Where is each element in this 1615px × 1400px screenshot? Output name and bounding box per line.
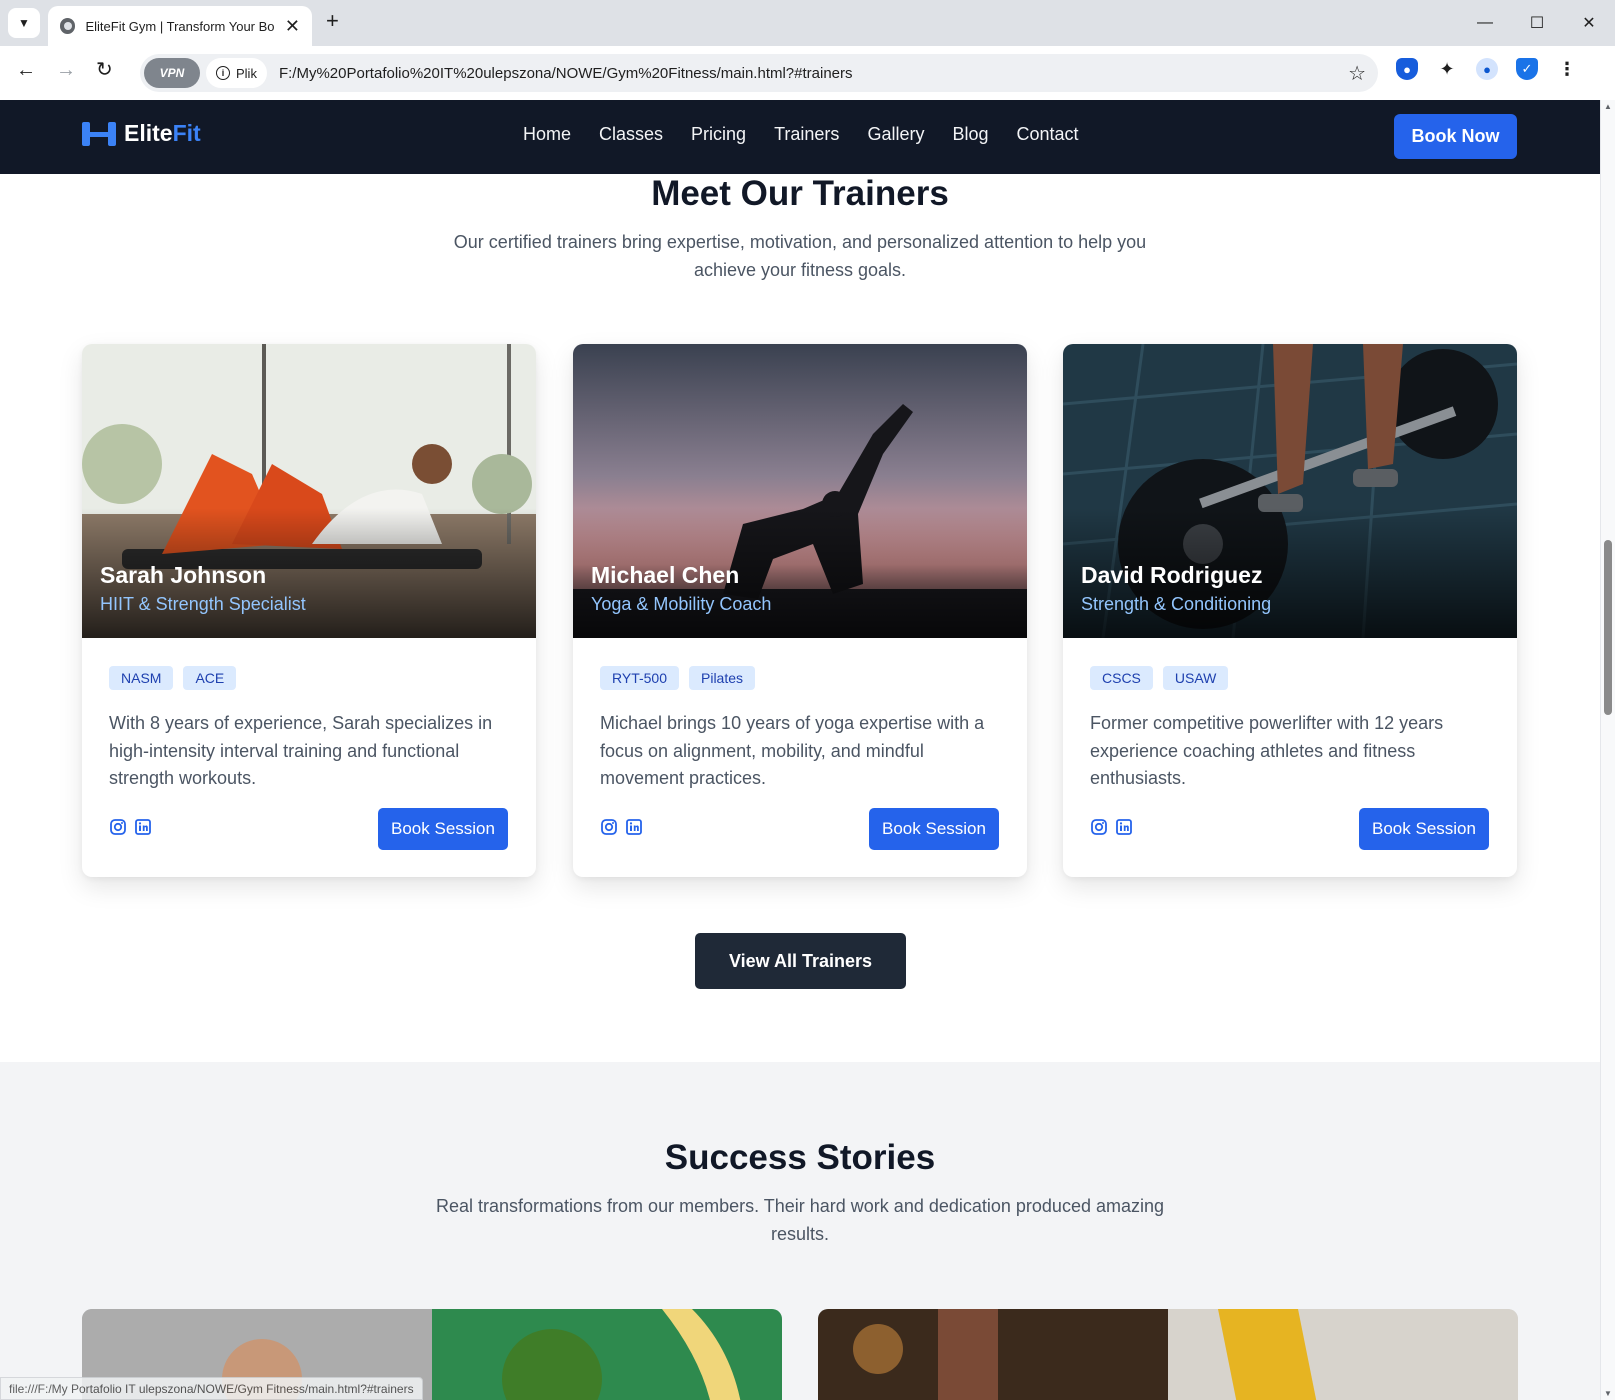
logo[interactable]: EliteFit bbox=[82, 120, 201, 147]
close-window-button[interactable]: ✕ bbox=[1563, 0, 1615, 46]
status-bar: file:///F:/My Portafolio IT ulepszona/NO… bbox=[0, 1377, 423, 1400]
social-links bbox=[109, 818, 151, 835]
trainer-photo: Michael Chen Yoga & Mobility Coach bbox=[573, 344, 1027, 638]
trainer-card: Michael Chen Yoga & Mobility Coach RYT-5… bbox=[573, 344, 1027, 877]
book-session-button[interactable]: Book Session bbox=[378, 808, 508, 850]
puzzle-icon[interactable]: ✦ bbox=[1436, 58, 1458, 80]
info-icon: i bbox=[216, 66, 230, 80]
globe-icon bbox=[60, 18, 76, 34]
view-all-trainers-button[interactable]: View All Trainers bbox=[695, 933, 906, 989]
logo-text: EliteFit bbox=[124, 120, 201, 146]
nav-home[interactable]: Home bbox=[523, 124, 571, 145]
scroll-up-icon[interactable]: ▲ bbox=[1604, 102, 1612, 111]
back-icon[interactable]: ← bbox=[16, 60, 36, 80]
url-text[interactable]: F:/My%20Portafolio%20IT%20ulepszona/NOWE… bbox=[279, 65, 853, 82]
star-icon[interactable]: ☆ bbox=[1348, 61, 1366, 86]
browser-tab[interactable]: EliteFit Gym | Transform Your Body ✕ bbox=[48, 6, 312, 46]
close-icon[interactable]: ✕ bbox=[285, 17, 300, 35]
nav-contact[interactable]: Contact bbox=[1016, 124, 1078, 145]
stories-subtitle: Real transformations from our members. T… bbox=[435, 1196, 1164, 1244]
maximize-button[interactable]: ☐ bbox=[1511, 0, 1563, 46]
trainer-role: Yoga & Mobility Coach bbox=[591, 594, 772, 614]
browser-toolbar: ← → ↻ VPN i Plik F:/My%20Portafolio%20IT… bbox=[0, 46, 1615, 100]
instagram-icon[interactable] bbox=[109, 818, 126, 835]
chevron-down-icon: ▼ bbox=[18, 16, 30, 30]
vpn-button[interactable]: VPN bbox=[144, 58, 200, 88]
kebab-menu-icon[interactable]: ⋮ bbox=[1556, 58, 1578, 80]
social-links bbox=[600, 818, 642, 835]
certification-badge: RYT-500 bbox=[600, 666, 679, 690]
linkedin-icon[interactable] bbox=[625, 818, 642, 835]
certification-badge: USAW bbox=[1162, 666, 1229, 690]
trainer-photo: Sarah Johnson HIIT & Strength Specialist bbox=[82, 344, 536, 638]
address-bar[interactable]: VPN i Plik F:/My%20Portafolio%20IT%20ule… bbox=[140, 54, 1378, 92]
trainer-role: Strength & Conditioning bbox=[1081, 594, 1272, 614]
site-header: EliteFit Home Classes Pricing Trainers G… bbox=[0, 100, 1600, 174]
trainer-bio: With 8 years of experience, Sarah specia… bbox=[109, 713, 493, 788]
reload-icon[interactable]: ↻ bbox=[96, 60, 113, 80]
instagram-icon[interactable] bbox=[1090, 818, 1107, 835]
trainer-card: Sarah Johnson HIIT & Strength Specialist… bbox=[82, 344, 536, 877]
trainer-bio: Former competitive powerlifter with 12 y… bbox=[1090, 713, 1444, 788]
nav-blog[interactable]: Blog bbox=[952, 124, 988, 145]
certification-badges: NASM ACE bbox=[109, 666, 237, 690]
certification-badge: NASM bbox=[109, 666, 174, 690]
window-controls: — ☐ ✕ bbox=[1459, 0, 1615, 46]
site-info-button[interactable]: i Plik bbox=[206, 58, 267, 88]
nav-trainers[interactable]: Trainers bbox=[774, 124, 839, 145]
certification-badges: RYT-500 Pilates bbox=[600, 666, 756, 690]
book-now-button[interactable]: Book Now bbox=[1394, 114, 1517, 159]
bitwarden-icon[interactable]: ● bbox=[1396, 58, 1418, 80]
trainer-photo: David Rodriguez Strength & Conditioning bbox=[1063, 344, 1517, 638]
site-info-label: Plik bbox=[236, 65, 257, 81]
tab-title: EliteFit Gym | Transform Your Body bbox=[85, 18, 275, 34]
linkedin-icon[interactable] bbox=[1115, 818, 1132, 835]
browser-chrome: ▼ EliteFit Gym | Transform Your Body ✕ +… bbox=[0, 0, 1615, 100]
nav-pricing[interactable]: Pricing bbox=[691, 124, 746, 145]
nav-classes[interactable]: Classes bbox=[599, 124, 663, 145]
trainer-name: Michael Chen bbox=[591, 562, 740, 588]
plus-icon[interactable]: + bbox=[326, 10, 339, 32]
tab-strip: ▼ EliteFit Gym | Transform Your Body ✕ +… bbox=[0, 0, 1615, 46]
tab-search-button[interactable]: ▼ bbox=[8, 8, 40, 38]
trainers-subtitle: Our certified trainers bring expertise, … bbox=[453, 232, 1147, 280]
trainers-title: Meet Our Trainers bbox=[651, 174, 949, 213]
social-links bbox=[1090, 818, 1132, 835]
certification-badge: Pilates bbox=[689, 666, 756, 690]
certification-badge: CSCS bbox=[1090, 666, 1153, 690]
extensions-area: ● ✦ ● ✓ ⋮ bbox=[1396, 58, 1578, 80]
nav-gallery[interactable]: Gallery bbox=[867, 124, 924, 145]
stories-title: Success Stories bbox=[664, 1138, 936, 1177]
trainer-name: Sarah Johnson bbox=[100, 562, 267, 588]
story-card bbox=[818, 1309, 1518, 1400]
certification-badges: CSCS USAW bbox=[1090, 666, 1229, 690]
minimize-button[interactable]: — bbox=[1459, 0, 1511, 46]
trainer-name: David Rodriguez bbox=[1081, 562, 1263, 588]
trainer-role: HIIT & Strength Specialist bbox=[100, 594, 306, 614]
success-stories-section: Success Stories Real transformations fro… bbox=[0, 1062, 1600, 1400]
profile-icon[interactable]: ● bbox=[1476, 58, 1498, 80]
book-session-button[interactable]: Book Session bbox=[1359, 808, 1489, 850]
forward-icon[interactable]: → bbox=[56, 60, 76, 80]
linkedin-icon[interactable] bbox=[134, 818, 151, 835]
page-content: Meet Our Trainers Our certified trainers… bbox=[0, 174, 1600, 1400]
dumbbell-icon bbox=[82, 121, 116, 146]
scroll-down-icon[interactable]: ▼ bbox=[1604, 1389, 1612, 1398]
trainer-card: David Rodriguez Strength & Conditioning … bbox=[1063, 344, 1517, 877]
book-session-button[interactable]: Book Session bbox=[869, 808, 999, 850]
instagram-icon[interactable] bbox=[600, 818, 617, 835]
shield-icon[interactable]: ✓ bbox=[1516, 58, 1538, 80]
certification-badge: ACE bbox=[183, 666, 237, 690]
main-nav: Home Classes Pricing Trainers Gallery Bl… bbox=[523, 124, 1079, 145]
page-scrollbar[interactable]: ▲ ▼ bbox=[1600, 100, 1615, 1400]
trainer-bio: Michael brings 10 years of yoga expertis… bbox=[600, 713, 985, 788]
scroll-thumb[interactable] bbox=[1604, 540, 1612, 715]
